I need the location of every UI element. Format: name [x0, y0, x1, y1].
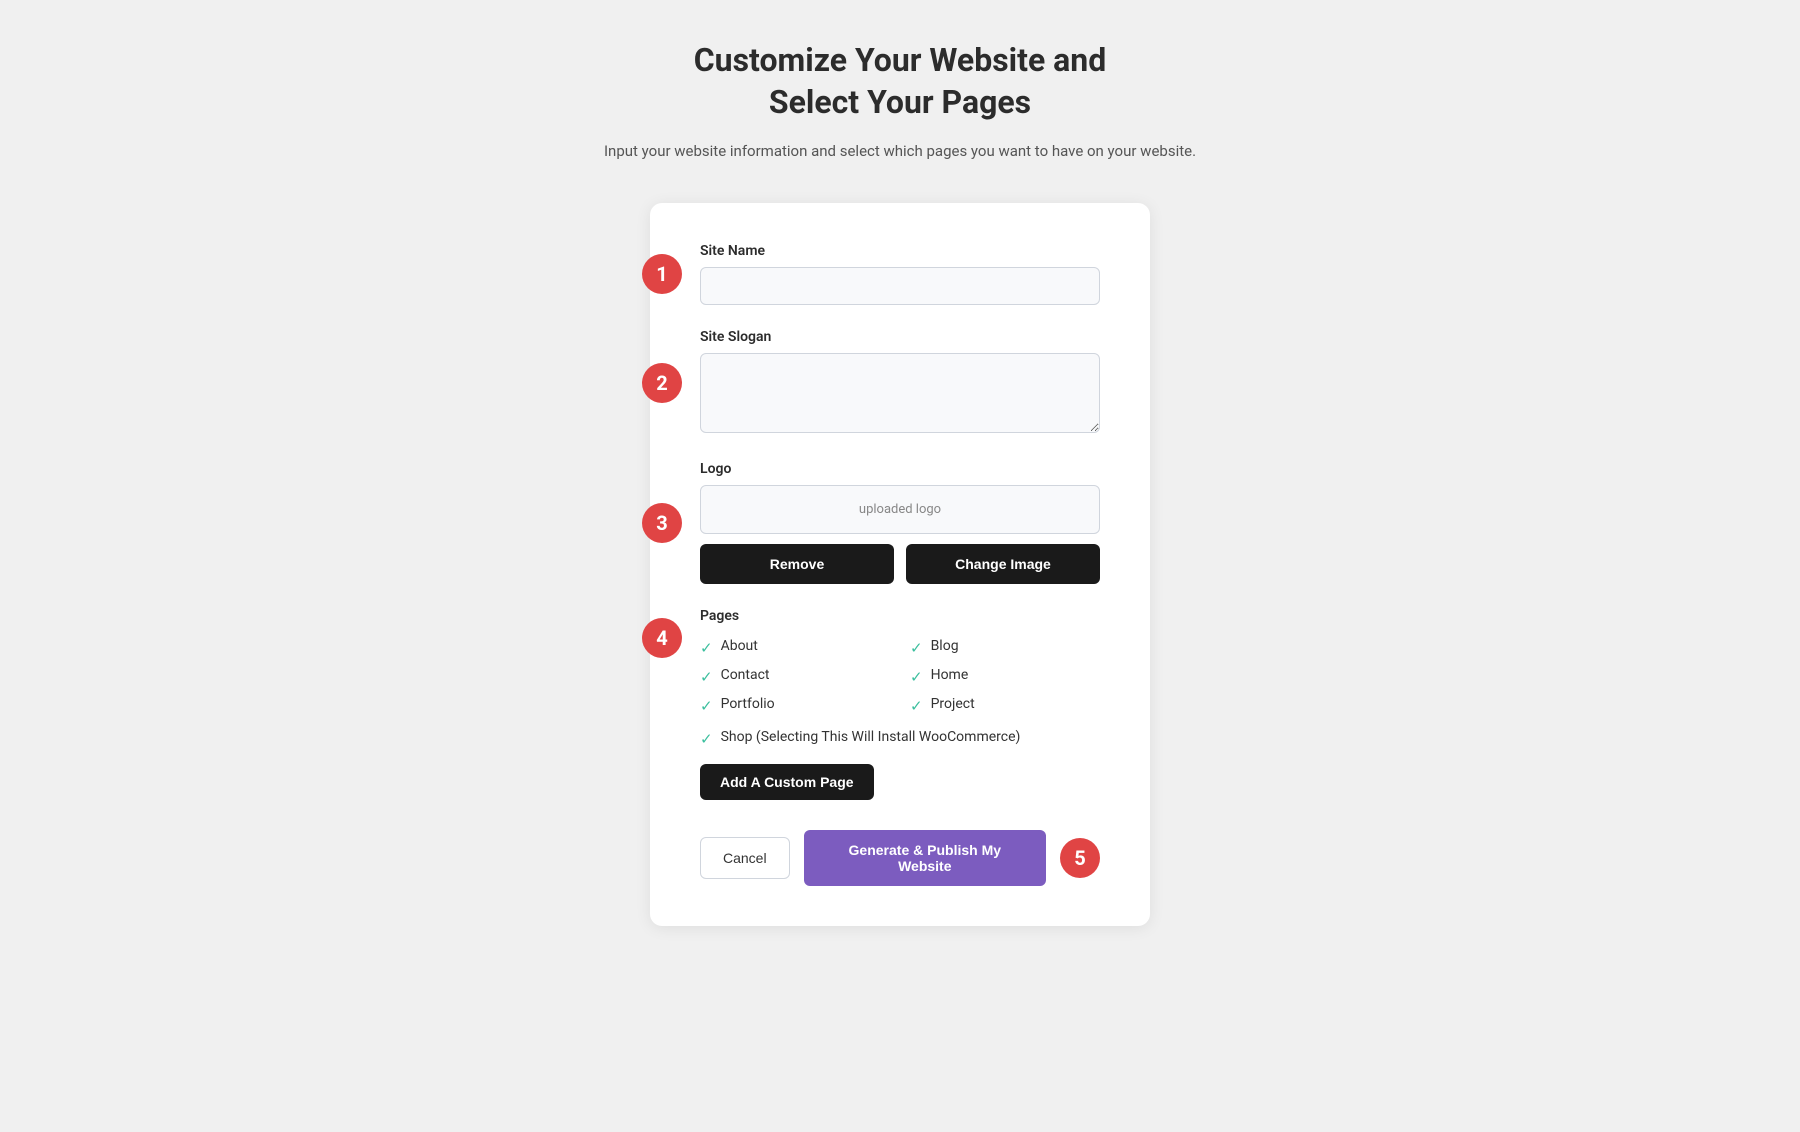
page-item-blog: ✓ Blog: [910, 638, 1100, 657]
step-badge-1: 1: [642, 254, 682, 294]
site-name-input[interactable]: [700, 267, 1100, 305]
pages-grid: ✓ About ✓ Blog ✓ Contact ✓ Home: [700, 638, 1100, 715]
page-item-portfolio: ✓ Portfolio: [700, 696, 890, 715]
pages-label: Pages: [700, 608, 1100, 624]
site-name-field-group: 1 Site Name: [700, 243, 1100, 305]
site-slogan-input[interactable]: [700, 353, 1100, 433]
check-icon-portfolio: ✓: [700, 697, 713, 715]
page-item-home: ✓ Home: [910, 667, 1100, 686]
logo-preview: uploaded logo: [700, 485, 1100, 534]
step-badge-5: 5: [1060, 838, 1100, 878]
site-name-label: Site Name: [700, 243, 1100, 259]
remove-button[interactable]: Remove: [700, 544, 894, 584]
check-icon-blog: ✓: [910, 639, 923, 657]
check-icon-home: ✓: [910, 668, 923, 686]
check-icon-shop: ✓: [700, 730, 713, 748]
logo-buttons: Remove Change Image: [700, 544, 1100, 584]
step-badge-2: 2: [642, 363, 682, 403]
add-custom-page-button[interactable]: Add A Custom Page: [700, 764, 874, 800]
pages-section-wrapper: 4 Pages ✓ About ✓ Blog ✓ Contac: [700, 608, 1100, 800]
page-item-about: ✓ About: [700, 638, 890, 657]
page-item-contact: ✓ Contact: [700, 667, 890, 686]
site-slogan-label: Site Slogan: [700, 329, 1100, 345]
form-card: 1 Site Name 2 Site Slogan 3 Logo uploade…: [650, 203, 1150, 926]
check-icon-contact: ✓: [700, 668, 713, 686]
generate-publish-button[interactable]: Generate & Publish My Website: [804, 830, 1046, 886]
step-badge-3: 3: [642, 503, 682, 543]
step-badge-4: 4: [642, 618, 682, 658]
page-header: Customize Your Website and Select Your P…: [604, 40, 1196, 163]
cancel-button[interactable]: Cancel: [700, 837, 790, 879]
page-item-shop: ✓ Shop (Selecting This Will Install WooC…: [700, 729, 1100, 748]
form-footer: Cancel Generate & Publish My Website 5: [700, 830, 1100, 886]
site-slogan-field-group: 2 Site Slogan: [700, 329, 1100, 437]
logo-field-group: 3 Logo uploaded logo Remove Change Image: [700, 461, 1100, 584]
page-title: Customize Your Website and Select Your P…: [604, 40, 1196, 123]
check-icon-project: ✓: [910, 697, 923, 715]
logo-label: Logo: [700, 461, 1100, 477]
pages-section: Pages ✓ About ✓ Blog ✓ Contact: [700, 608, 1100, 800]
check-icon-about: ✓: [700, 639, 713, 657]
change-image-button[interactable]: Change Image: [906, 544, 1100, 584]
page-subtitle: Input your website information and selec…: [604, 139, 1196, 163]
page-item-project: ✓ Project: [910, 696, 1100, 715]
